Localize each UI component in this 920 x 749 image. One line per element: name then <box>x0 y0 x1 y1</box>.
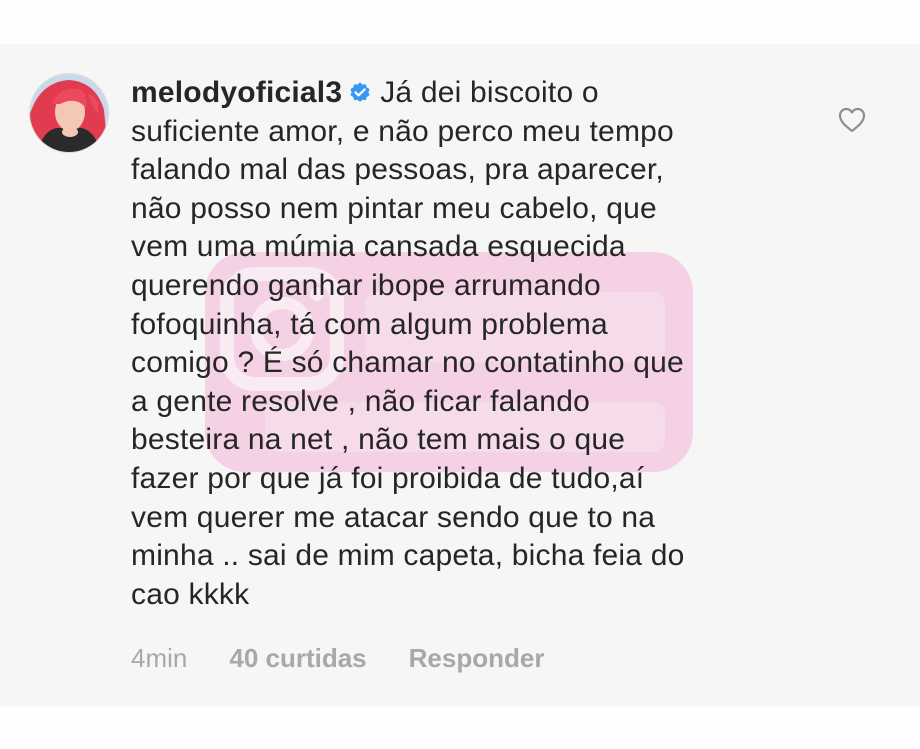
comment-body: melodyoficial3 Já dei biscoito o suficien… <box>131 74 801 614</box>
comment-username[interactable]: melodyoficial3 <box>131 76 342 109</box>
top-margin <box>0 0 920 44</box>
comment-text: Já dei biscoito o suficiente amor, e não… <box>131 76 685 611</box>
comment-meta-row: 4min 40 curtidas Responder <box>131 643 544 674</box>
bottom-margin <box>0 706 920 749</box>
comment-screenshot: melodyoficial3 Já dei biscoito o suficien… <box>0 0 920 749</box>
avatar[interactable] <box>29 73 109 153</box>
comment-likes-count[interactable]: 40 curtidas <box>229 643 366 674</box>
heart-outline-icon[interactable] <box>837 106 867 134</box>
reply-button[interactable]: Responder <box>409 643 545 674</box>
comment-time: 4min <box>131 643 188 673</box>
verified-badge-icon <box>350 82 370 102</box>
